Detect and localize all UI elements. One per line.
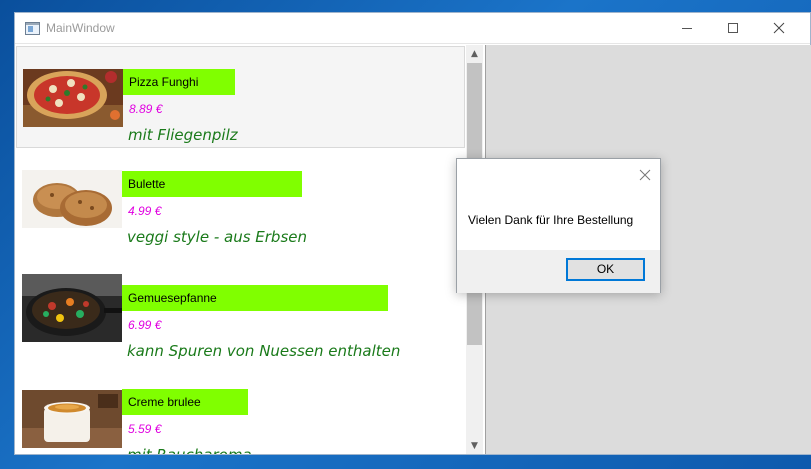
close-icon bbox=[773, 22, 785, 34]
chevron-up-icon[interactable]: ▲ bbox=[466, 45, 483, 62]
item-price: 5.59 € bbox=[128, 422, 162, 436]
pizza-photo bbox=[23, 69, 123, 127]
item-name: Bulette bbox=[122, 171, 302, 197]
item-description: veggi style - aus Erbsen bbox=[127, 228, 307, 246]
creme-brulee-photo bbox=[22, 390, 122, 448]
maximize-icon bbox=[728, 23, 738, 33]
window-title: MainWindow bbox=[46, 21, 115, 35]
item-description: kann Spuren von Nuessen enthalten bbox=[127, 342, 401, 360]
chevron-down-icon[interactable]: ▼ bbox=[466, 437, 483, 454]
message-dialog: Vielen Dank für Ihre Bestellung OK bbox=[456, 158, 661, 293]
list-item[interactable]: Gemuesepfanne 6.99 € kann Spuren von Nue… bbox=[16, 252, 465, 360]
meatball-photo bbox=[22, 170, 122, 228]
item-description: mit Fliegenpilz bbox=[128, 126, 238, 144]
vegetable-pan-photo bbox=[22, 274, 122, 342]
item-description: mit Raucharoma bbox=[127, 446, 252, 454]
menu-list[interactable]: Pizza Funghi 8.89 € mit Fliegenpilz Bule… bbox=[16, 45, 483, 454]
close-button[interactable] bbox=[756, 13, 802, 43]
minimize-button[interactable] bbox=[664, 13, 710, 43]
dialog-close-button[interactable] bbox=[634, 165, 656, 185]
item-name: Gemuesepfanne bbox=[122, 285, 388, 311]
item-price: 8.89 € bbox=[129, 102, 163, 116]
close-icon bbox=[639, 169, 651, 181]
ok-button[interactable]: OK bbox=[566, 258, 645, 281]
item-name: Creme brulee bbox=[122, 389, 248, 415]
window-icon bbox=[25, 22, 40, 35]
list-item[interactable]: Bulette 4.99 € veggi style - aus Erbsen bbox=[16, 149, 465, 251]
item-name: Pizza Funghi bbox=[123, 69, 235, 95]
item-price: 6.99 € bbox=[128, 318, 162, 332]
item-price: 4.99 € bbox=[128, 204, 162, 218]
minimize-icon bbox=[682, 27, 692, 29]
title-bar[interactable]: MainWindow bbox=[15, 13, 810, 44]
main-window: MainWindow Pizza Funghi 8.89 € mit Flieg… bbox=[14, 12, 811, 455]
dialog-message: Vielen Dank für Ihre Bestellung bbox=[468, 213, 634, 227]
list-item[interactable]: Creme brulee 5.59 € mit Raucharoma bbox=[16, 365, 465, 454]
list-item[interactable]: Pizza Funghi 8.89 € mit Fliegenpilz bbox=[16, 46, 465, 148]
dialog-footer: OK bbox=[457, 250, 660, 293]
maximize-button[interactable] bbox=[710, 13, 756, 43]
